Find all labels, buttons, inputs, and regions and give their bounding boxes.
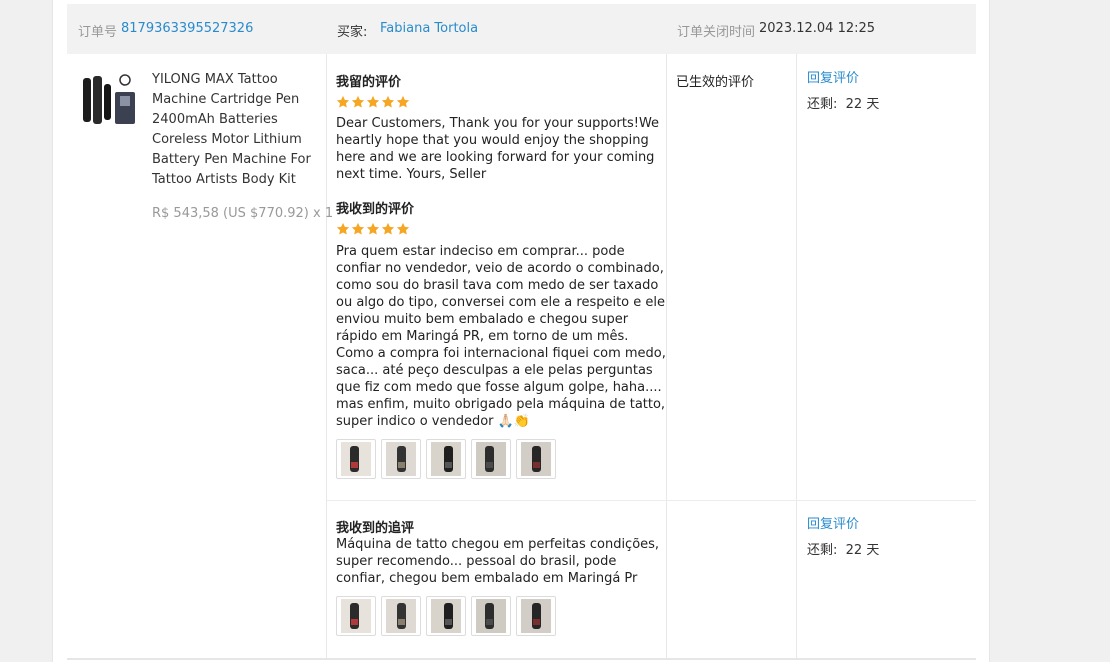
followup-review-label: 我收到的追评 [336, 521, 415, 536]
buyer-name-link[interactable]: Fabiana Tortola [380, 21, 478, 36]
received-review-text: Pra quem estar indeciso em comprar... po… [336, 244, 666, 429]
reply-review-link[interactable]: 回复评价 [807, 66, 879, 92]
buyer-label: 买家: [337, 25, 368, 40]
star-icon [381, 95, 395, 108]
remaining-label: 还剩: [807, 97, 838, 112]
followup-remaining-time: 还剩: 22 天 [807, 538, 879, 564]
review-photo-thumbnail[interactable] [381, 596, 421, 636]
order-review-panel: 订单号 8179363395527326 买家: Fabiana Tortola… [52, 0, 990, 662]
star-icon [336, 95, 350, 108]
remaining-value: 22 天 [845, 97, 880, 112]
review-status: 已生效的评价 [676, 75, 755, 90]
order-number-link[interactable]: 8179363395527326 [121, 21, 253, 36]
review-photo-thumbnail[interactable] [426, 596, 466, 636]
review-table: YILONG MAX Tattoo Machine Cartridge Pen … [67, 54, 976, 660]
star-icon [396, 222, 410, 235]
review-photo-thumbnail[interactable] [426, 439, 466, 479]
review-photo-thumbnail[interactable] [516, 439, 556, 479]
review-action-group: 回复评价 还剩: 22 天 [807, 66, 879, 118]
remaining-value: 22 天 [845, 543, 880, 558]
row-divider [326, 500, 976, 501]
star-icon [336, 222, 350, 235]
review-photo-thumbnail[interactable] [471, 596, 511, 636]
star-icon [381, 222, 395, 235]
received-review-label: 我收到的评价 [336, 202, 415, 217]
review-photo-thumbnail[interactable] [516, 596, 556, 636]
star-icon [351, 95, 365, 108]
review-photo-thumbnail[interactable] [336, 439, 376, 479]
reply-followup-link[interactable]: 回复评价 [807, 512, 879, 538]
remaining-time: 还剩: 22 天 [807, 92, 879, 118]
star-icon [366, 95, 380, 108]
my-review-block: 我留的评价 Dear Customers, Thank you for your… [336, 71, 666, 183]
received-review-block: 我收到的评价 Pra quem estar indeciso em compra… [336, 198, 666, 479]
remaining-label: 还剩: [807, 543, 838, 558]
received-review-photos [336, 439, 666, 479]
order-close-time: 2023.12.04 12:25 [759, 21, 876, 36]
followup-review-block: 我收到的追评 Máquina de tatto chegou em perfei… [336, 517, 666, 636]
star-icon [351, 222, 365, 235]
review-photo-thumbnail[interactable] [471, 439, 511, 479]
order-header: 订单号 8179363395527326 买家: Fabiana Tortola… [67, 4, 976, 54]
column-divider [796, 54, 797, 658]
product-thumbnail-image[interactable] [81, 72, 137, 128]
my-review-text: Dear Customers, Thank you for your suppo… [336, 116, 660, 182]
product-title[interactable]: YILONG MAX Tattoo Machine Cartridge Pen … [152, 70, 320, 190]
star-icon [396, 95, 410, 108]
order-number-label: 订单号 [78, 25, 118, 40]
column-divider [326, 54, 327, 658]
followup-review-photos [336, 596, 666, 636]
my-review-label: 我留的评价 [336, 75, 402, 90]
review-photo-thumbnail[interactable] [336, 596, 376, 636]
my-review-stars [336, 95, 666, 109]
column-divider [666, 54, 667, 658]
star-icon [366, 222, 380, 235]
followup-review-text: Máquina de tatto chegou em perfeitas con… [336, 537, 660, 586]
product-price: R$ 543,58 (US $770.92) x 1 [152, 206, 334, 221]
followup-action-group: 回复评价 还剩: 22 天 [807, 512, 879, 564]
received-review-stars [336, 222, 666, 236]
order-close-label: 订单关闭时间 [677, 25, 756, 40]
review-photo-thumbnail[interactable] [381, 439, 421, 479]
